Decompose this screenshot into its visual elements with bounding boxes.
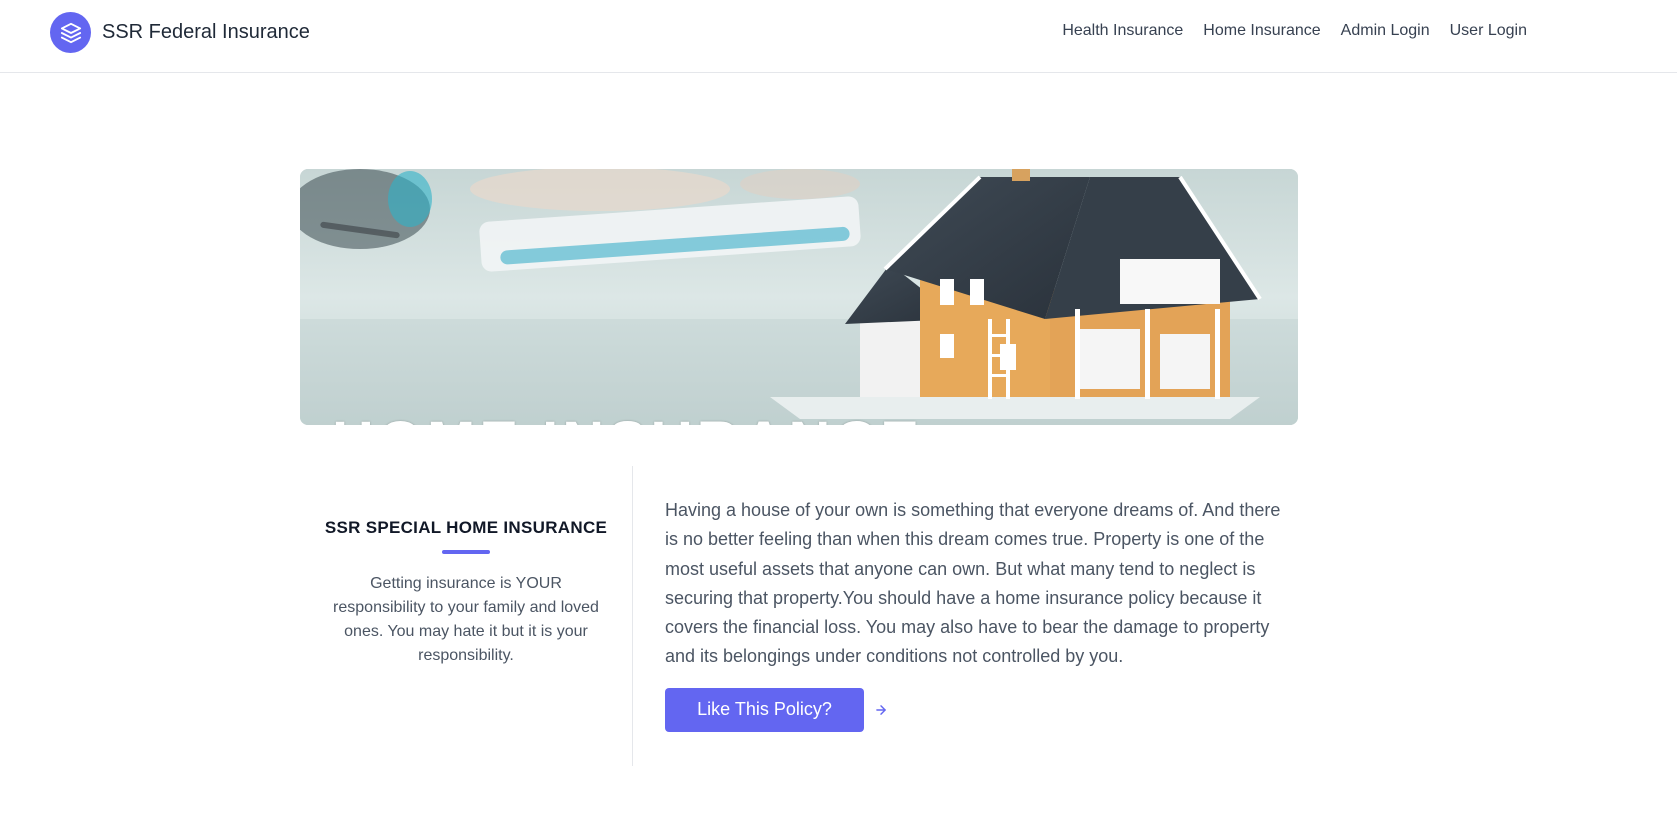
like-policy-button[interactable]: Like This Policy? — [665, 687, 864, 732]
policy-tagline: Getting insurance is YOUR responsibility… — [333, 575, 599, 664]
policy-summary: SSR SPECIAL HOME INSURANCE Getting insur… — [300, 466, 633, 766]
policy-title: SSR SPECIAL HOME INSURANCE — [324, 518, 608, 537]
nav-health-insurance[interactable]: Health Insurance — [1062, 20, 1183, 42]
policy-description: Having a house of your own is something … — [665, 500, 1281, 667]
hero-caption: HOME INSURANCE — [332, 409, 923, 425]
policy-details: Having a house of your own is something … — [665, 496, 1295, 732]
brand-name: SSR Federal Insurance — [102, 21, 310, 43]
nav-admin-login[interactable]: Admin Login — [1341, 20, 1430, 42]
brand[interactable]: SSR Federal Insurance — [50, 12, 310, 53]
title-divider — [442, 550, 490, 554]
nav-home-insurance[interactable]: Home Insurance — [1203, 20, 1320, 42]
house-model-image — [300, 169, 1298, 425]
arrow-right-icon[interactable] — [874, 703, 888, 717]
cta-row: Like This Policy? — [665, 687, 1295, 732]
nav-user-login[interactable]: User Login — [1450, 20, 1527, 42]
site-header: SSR Federal Insurance Health Insurance H… — [0, 0, 1677, 73]
stacked-layers-icon — [50, 12, 91, 53]
main-nav: Health Insurance Home Insurance Admin Lo… — [1042, 20, 1527, 42]
hero-banner: HOME INSURANCE — [300, 169, 1298, 425]
